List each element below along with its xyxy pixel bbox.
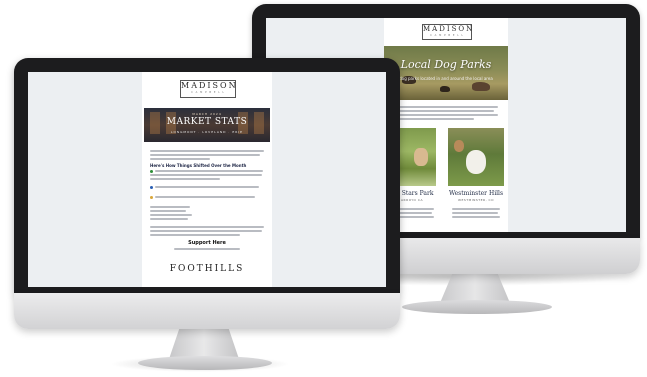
front-monitor-stand-foot [138, 356, 272, 370]
hero-title: MARKET STATS [166, 117, 248, 127]
dog-parks-email: MADISON C A M P B E L L Local Dog Parks … [384, 18, 508, 232]
foothills-heading: FOOTHILLS [169, 264, 245, 274]
support-heading: Support Here [188, 240, 226, 246]
hero-kicker: MARCH 2024 [192, 112, 222, 116]
market-stats-email: MADISON C A M P B E L L MARCH 2024 MARKE… [142, 72, 272, 287]
section-heading: Here's How Things Shifted Over the Month [150, 163, 247, 168]
logo-brand-text: MADISON [423, 25, 475, 33]
madison-logo: MADISON C A M P B E L L [180, 80, 236, 98]
market-stats-hero: MARCH 2024 MARKET STATS LONGMONT · LOVEL… [144, 108, 270, 142]
park-name-right: Westminster Hills [448, 190, 504, 197]
logo-sub-text: C A M P B E L L [191, 91, 225, 94]
hero-title: Local Dog Parks [400, 58, 492, 71]
logo-sub-text: C A M P B E L L [430, 34, 464, 37]
hero-subtitle: LONGMONT · LOVELAND · ERIE [170, 130, 244, 134]
front-monitor-chin [14, 293, 400, 329]
logo-brand-text: MADISON [181, 81, 238, 90]
park-photo-right [448, 128, 504, 186]
madison-logo: MADISON C A M P B E L L [422, 24, 472, 40]
back-monitor-stand-foot [402, 300, 552, 314]
dog-parks-hero: Local Dog Parks dog parks located in and… [384, 46, 508, 100]
hero-subtitle: dog parks located in and around the loca… [399, 76, 493, 81]
front-monitor-screen: MADISON C A M P B E L L MARCH 2024 MARKE… [28, 72, 386, 287]
park-city-right: WESTMINSTER, CO [458, 198, 494, 202]
